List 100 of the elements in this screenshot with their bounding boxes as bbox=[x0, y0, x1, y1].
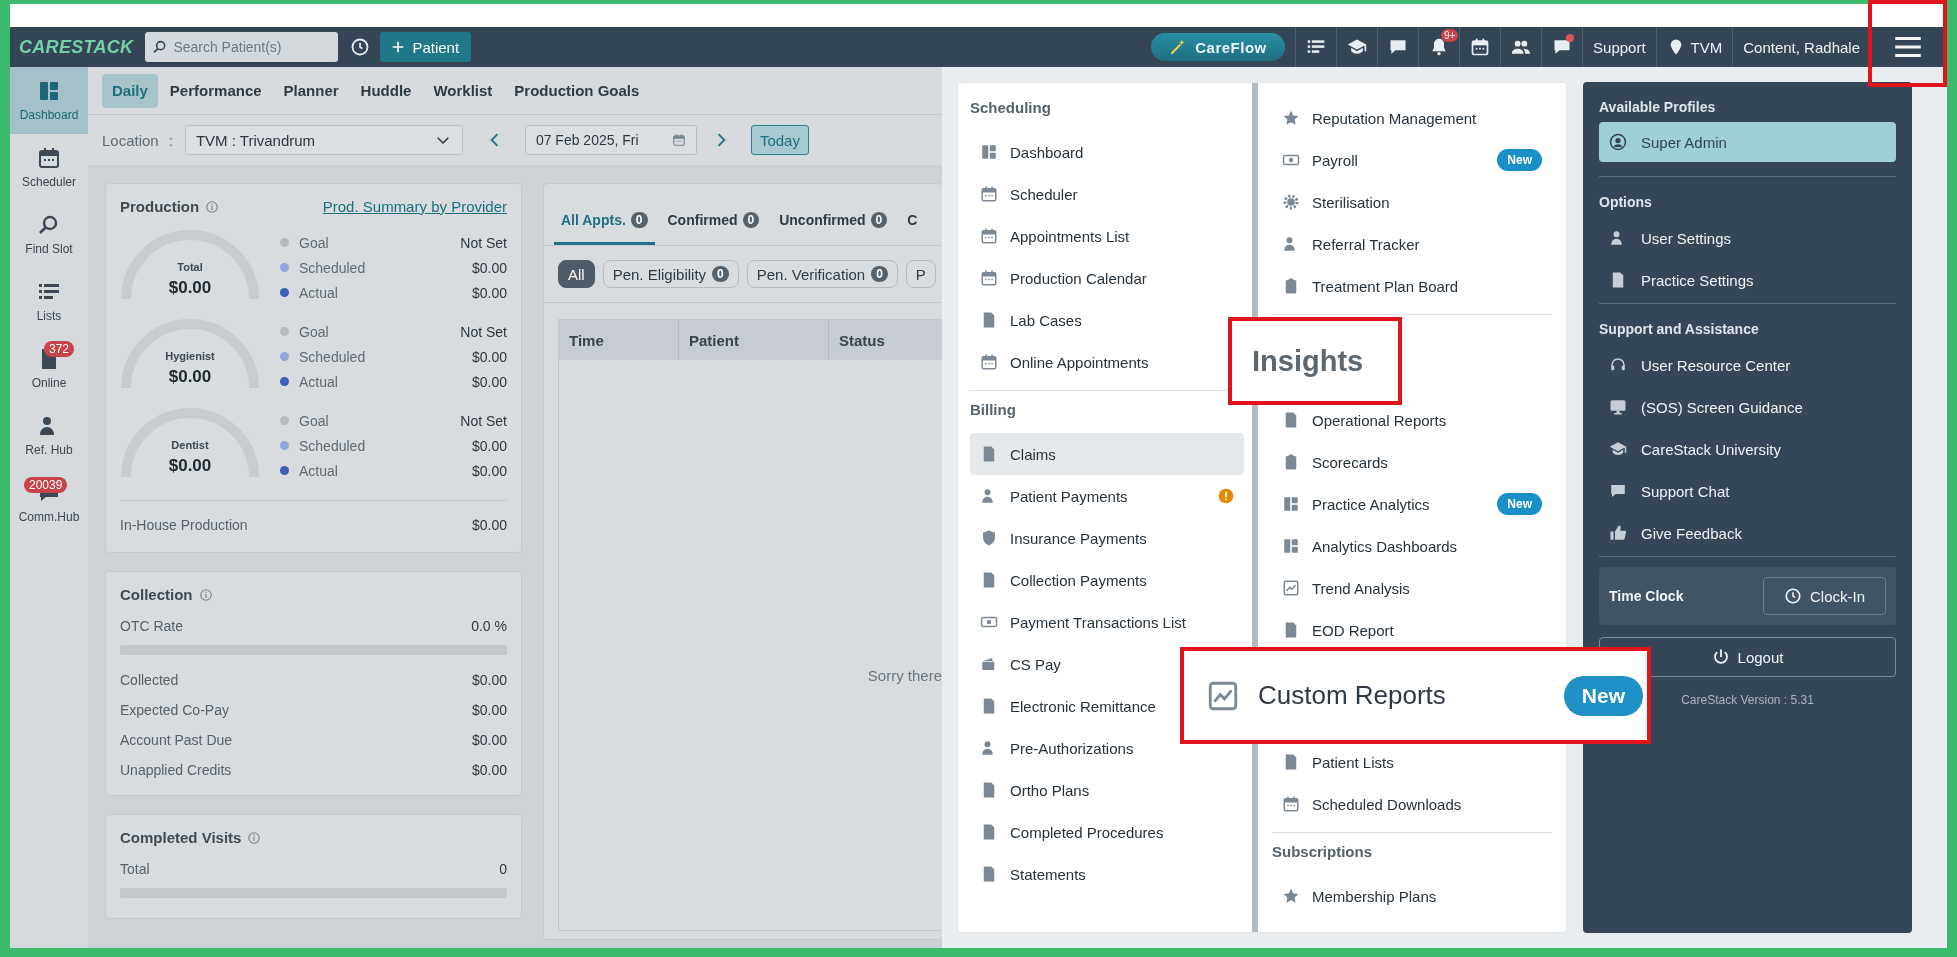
menu-item[interactable]: CareStack University bbox=[1599, 428, 1896, 470]
tab[interactable]: Unconfirmed 0 bbox=[772, 197, 895, 245]
tab[interactable]: Planner bbox=[273, 73, 349, 108]
chat-icon[interactable] bbox=[1552, 37, 1573, 57]
row-value: $0.00 bbox=[471, 702, 507, 718]
row-label: Account Past Due bbox=[120, 732, 233, 748]
calendar-icon bbox=[671, 133, 686, 147]
add-patient-button[interactable]: Patient bbox=[380, 32, 472, 62]
magnified-menu-item[interactable]: Custom Reports New bbox=[1180, 647, 1651, 744]
menu-item[interactable]: Scheduled Downloads bbox=[1272, 783, 1552, 825]
section-heading: Options bbox=[1599, 193, 1653, 212]
summary-link[interactable]: Prod. Summary by Provider bbox=[322, 198, 507, 215]
tab[interactable]: Performance bbox=[159, 73, 272, 108]
graduation-cap-icon bbox=[1609, 440, 1627, 458]
user-name[interactable]: Content, Radhale bbox=[1743, 38, 1860, 56]
menu-item[interactable]: Treatment Plan Board bbox=[1272, 265, 1552, 307]
menu-item[interactable]: Practice Settings bbox=[1599, 259, 1896, 301]
count-badge: 372 bbox=[44, 341, 75, 357]
menu-item[interactable]: (SOS) Screen Guidance bbox=[1599, 386, 1896, 428]
menu-item[interactable]: Completed Procedures bbox=[970, 811, 1244, 853]
logout-button[interactable]: Logout bbox=[1599, 637, 1896, 677]
support-link[interactable]: Support bbox=[1593, 38, 1646, 56]
star-icon bbox=[1282, 109, 1300, 127]
location-dropdown[interactable]: TVM : Trivandrum bbox=[184, 125, 463, 155]
filter-chip[interactable]: Pen. Eligibility 0 bbox=[602, 260, 739, 288]
menu-item[interactable]: Statements bbox=[970, 853, 1244, 895]
menu-item[interactable]: Give Feedback bbox=[1599, 512, 1896, 554]
menu-item[interactable]: Support Chat bbox=[1599, 470, 1896, 512]
menu-item[interactable]: Trend Analysis bbox=[1272, 567, 1552, 609]
calendar-icon bbox=[980, 269, 998, 287]
filter-chip[interactable]: All bbox=[558, 260, 595, 288]
chat-icon bbox=[1609, 482, 1627, 500]
count-badge: 0 bbox=[742, 211, 760, 228]
section-heading: Support and Assistance bbox=[1599, 320, 1760, 339]
column-header: Patient bbox=[679, 320, 829, 360]
clock-icon[interactable] bbox=[350, 37, 371, 57]
thumbs-up-icon bbox=[1609, 524, 1627, 542]
careflow-button[interactable]: CareFlow bbox=[1151, 33, 1286, 61]
sidebar-item[interactable]: Comm.Hub 20039 bbox=[10, 469, 88, 536]
menu-item[interactable]: User Resource Center bbox=[1599, 344, 1896, 386]
sidebar-item[interactable]: Lists bbox=[10, 268, 88, 335]
logo[interactable]: CARESTACK bbox=[10, 36, 134, 58]
legend-value: $0.00 bbox=[471, 462, 507, 479]
menu-item[interactable]: Scheduler bbox=[970, 173, 1244, 215]
date-field[interactable]: 07 Feb 2025, Fri bbox=[524, 125, 697, 155]
calendar-icon[interactable] bbox=[1470, 37, 1491, 57]
sidebar-item[interactable]: Dashboard bbox=[10, 67, 88, 134]
legend-label: Scheduled bbox=[299, 348, 367, 365]
menu-item[interactable]: Scorecards bbox=[1272, 441, 1552, 483]
gear-icon bbox=[1282, 193, 1300, 211]
legend-label: Actual bbox=[299, 373, 339, 390]
tab[interactable]: C bbox=[900, 197, 925, 245]
legend-label: Actual bbox=[299, 462, 339, 479]
menu-item[interactable]: Patient Lists bbox=[1272, 741, 1552, 783]
menu-item[interactable]: Collection Payments bbox=[970, 559, 1244, 601]
chat-icon[interactable] bbox=[1388, 37, 1409, 57]
column-header: Time bbox=[559, 320, 679, 360]
tab[interactable]: Worklist bbox=[423, 73, 503, 108]
calendar-icon bbox=[1282, 795, 1300, 813]
menu-item[interactable]: Membership Plans bbox=[1272, 875, 1552, 917]
row-label: Unapplied Credits bbox=[120, 762, 232, 778]
menu-item[interactable]: Patient Payments bbox=[970, 475, 1244, 517]
graduation-cap-icon[interactable] bbox=[1347, 37, 1368, 57]
tab[interactable]: All Appts. 0 bbox=[554, 197, 655, 245]
sidebar-item[interactable]: Find Slot bbox=[10, 201, 88, 268]
menu-item[interactable]: Reputation Management bbox=[1272, 97, 1552, 139]
separator: : bbox=[168, 131, 173, 149]
sidebar-item[interactable]: Online 372 bbox=[10, 335, 88, 402]
clock-in-button[interactable]: Clock-In bbox=[1763, 577, 1886, 615]
location-label: Location bbox=[102, 131, 159, 149]
legend-value: $0.00 bbox=[471, 259, 507, 276]
menu-item[interactable]: Ortho Plans bbox=[970, 769, 1244, 811]
tab[interactable]: Huddle bbox=[350, 73, 422, 108]
grid-icon bbox=[1282, 495, 1300, 513]
menu-item[interactable]: Sterilisation bbox=[1272, 181, 1552, 223]
location-selector[interactable]: TVM bbox=[1690, 38, 1723, 56]
menu-item[interactable]: User Settings bbox=[1599, 217, 1896, 259]
gauge-value: $0.00 bbox=[167, 277, 213, 298]
menu-item[interactable]: Production Calendar bbox=[970, 257, 1244, 299]
new-badge: New bbox=[1497, 149, 1542, 171]
sidebar-item[interactable]: Ref. Hub bbox=[10, 402, 88, 469]
gauge-value: $0.00 bbox=[167, 366, 213, 387]
tab[interactable]: Production Goals bbox=[504, 73, 650, 108]
menu-item[interactable]: Payroll New bbox=[1272, 139, 1552, 181]
menu-item[interactable]: Claims bbox=[970, 433, 1244, 475]
filter-chip[interactable]: P bbox=[905, 260, 936, 288]
search-field[interactable]: Search Patient(s) bbox=[145, 32, 339, 62]
menu-item[interactable]: Analytics Dashboards bbox=[1272, 525, 1552, 567]
sidebar-item[interactable]: Scheduler bbox=[10, 134, 88, 201]
menu-item[interactable]: Practice Analytics New bbox=[1272, 483, 1552, 525]
menu-item[interactable]: Insurance Payments bbox=[970, 517, 1244, 559]
profile-item[interactable]: Super Admin bbox=[1599, 122, 1896, 162]
tab[interactable]: Confirmed 0 bbox=[660, 197, 767, 245]
menu-item[interactable]: Appointments List bbox=[970, 215, 1244, 257]
legend-value: Not Set bbox=[460, 234, 507, 251]
menu-item[interactable]: Dashboard bbox=[970, 131, 1244, 173]
menu-item[interactable]: Payment Transactions List bbox=[970, 601, 1244, 643]
menu-item[interactable]: Referral Tracker bbox=[1272, 223, 1552, 265]
legend-label: Goal bbox=[299, 412, 330, 429]
filter-chip[interactable]: Pen. Verification 0 bbox=[746, 260, 898, 288]
